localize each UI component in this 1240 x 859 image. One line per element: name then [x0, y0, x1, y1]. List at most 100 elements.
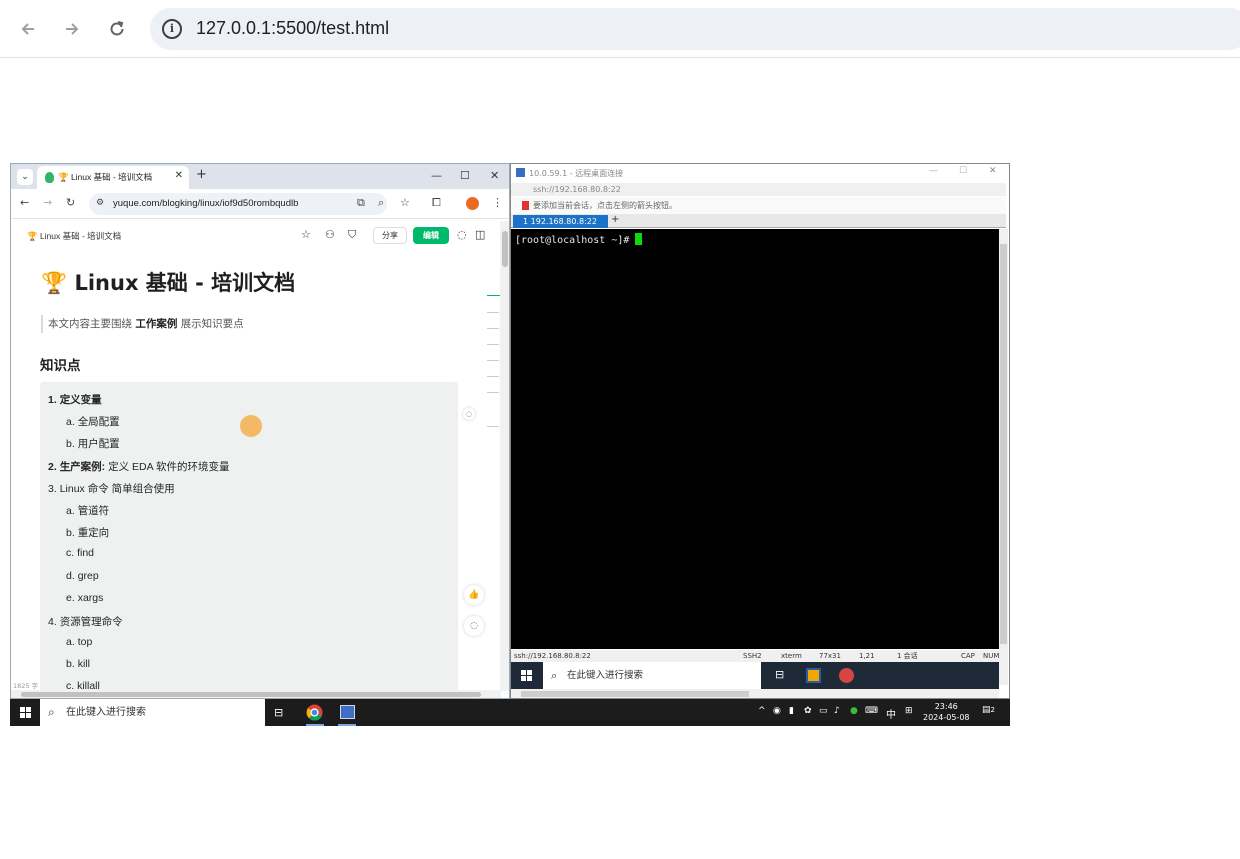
toc-marker[interactable] — [487, 426, 499, 427]
status-pos: 1,21 — [859, 652, 875, 660]
profile-avatar[interactable] — [466, 197, 479, 210]
keyboard-icon[interactable]: ⌨ — [865, 706, 878, 716]
app-tray-icon[interactable]: ✿ — [804, 706, 812, 716]
rdp-window-title: 10.0.59.1 - 远程桌面连接 — [529, 169, 624, 178]
edit-button[interactable]: 编辑 — [413, 227, 449, 244]
clock[interactable]: 23:46 2024-05-08 — [923, 701, 970, 723]
volume-icon[interactable]: ♪ — [834, 706, 840, 716]
minimize-icon[interactable]: — — [929, 166, 938, 176]
new-tab-button[interactable]: + — [196, 167, 207, 182]
notification-icon[interactable]: ▤2 — [982, 705, 995, 715]
reload-icon[interactable]: ↻ — [66, 196, 75, 209]
site-settings-icon[interactable]: ⚙ — [96, 198, 104, 208]
scroll-thumb[interactable] — [1000, 244, 1007, 644]
close-icon[interactable]: ✕ — [490, 169, 499, 182]
tab-close-icon[interactable]: ✕ — [175, 170, 183, 181]
menu-icon[interactable]: ⋮ — [492, 196, 503, 209]
list-num: d. — [66, 570, 75, 582]
address-bar[interactable]: i 127.0.0.1:5500/test.html — [150, 8, 1240, 50]
list-text: 定义变量 — [59, 394, 102, 406]
maximize-icon[interactable]: ☐ — [959, 166, 967, 176]
tab-title: 🏆 Linux 基础 - 培训文档 — [58, 172, 153, 182]
add-session-icon[interactable]: + — [611, 214, 619, 225]
list-item: 4. 资源管理命令 — [48, 614, 123, 629]
zoom-icon[interactable]: ⌕ — [378, 196, 384, 210]
remote-desktop-icon[interactable] — [340, 705, 355, 719]
scroll-thumb[interactable] — [21, 692, 481, 697]
security-icon[interactable]: ◉ — [773, 706, 781, 716]
chrome-icon[interactable] — [306, 704, 323, 721]
horizontal-scrollbar[interactable] — [511, 689, 999, 698]
star-icon[interactable]: ☆ — [301, 228, 311, 241]
task-view-icon[interactable]: ⊟ — [274, 706, 283, 719]
toc-marker[interactable] — [487, 312, 499, 313]
task-view-icon[interactable]: ⊟ — [775, 668, 790, 683]
site-info-icon[interactable]: i — [162, 19, 182, 39]
extensions-icon[interactable]: ⧠ — [432, 196, 441, 210]
xshell-icon[interactable] — [839, 668, 854, 683]
like-icon[interactable]: 👍 — [464, 585, 484, 605]
terminal[interactable]: [root@localhost ~]# — [511, 229, 999, 649]
status-num: NUM — [983, 652, 1000, 660]
toc-marker[interactable] — [487, 328, 499, 329]
list-text-rest: 定义 EDA 软件的环境变量 — [108, 461, 230, 473]
mouse-cursor-highlight — [240, 415, 262, 437]
reload-icon — [110, 21, 124, 36]
back-icon[interactable]: ← — [20, 196, 29, 209]
comment-icon[interactable]: ◌ — [464, 616, 484, 636]
layout-icon[interactable]: ◫ — [475, 228, 485, 241]
session-tab[interactable]: 1 192.168.80.8:22 — [513, 215, 608, 228]
list-num: 3. — [48, 483, 57, 495]
show-hidden-icons-icon[interactable]: ^ — [758, 706, 766, 716]
present-icon[interactable]: ⛉ — [348, 228, 356, 242]
share-button[interactable]: 分享 — [373, 227, 407, 244]
forward-button[interactable] — [58, 15, 86, 43]
toc-marker[interactable] — [487, 392, 499, 393]
remote-taskbar: ⌕ 在此键入进行搜索 ⊟ — [511, 662, 999, 689]
status-bar: ssh://192.168.80.8:22 SSH2 xterm 77x31 1… — [511, 650, 999, 662]
vertical-scrollbar[interactable] — [500, 221, 509, 691]
battery-icon[interactable]: ▭ — [819, 706, 828, 716]
close-icon[interactable]: ✕ — [989, 166, 997, 176]
reload-button[interactable] — [103, 15, 131, 43]
remote-app-icon[interactable] — [806, 668, 821, 683]
breadcrumb[interactable]: 🏆 Linux 基础 - 培训文档 — [27, 230, 121, 242]
bookmark-star-icon[interactable]: ☆ — [400, 196, 410, 209]
ime-mode-icon[interactable]: ⊞ — [905, 706, 913, 716]
comment-icon[interactable]: ◌ — [457, 228, 467, 241]
chrome-url[interactable]: yuque.com/blogking/linux/iof9d50rombqudl… — [113, 198, 298, 209]
back-button[interactable] — [14, 15, 42, 43]
remote-search-box[interactable]: ⌕ 在此键入进行搜索 — [543, 662, 761, 689]
toc-marker[interactable] — [487, 295, 501, 296]
comment-bubble-icon[interactable]: ◌ — [463, 408, 475, 420]
rdp-window: 10.0.59.1 - 远程桌面连接 — ☐ ✕ ssh://192.168.8… — [510, 163, 1010, 699]
terminal-cursor — [635, 233, 643, 245]
address-url[interactable]: 127.0.0.1:5500/test.html — [196, 18, 389, 39]
taskbar-search-box[interactable]: ⌕ 在此键入进行搜索 — [40, 699, 265, 726]
doc-title: 🏆 Linux 基础 - 培训文档 — [41, 271, 296, 295]
forward-icon[interactable]: → — [43, 196, 52, 209]
ssh-address-bar[interactable]: ssh://192.168.80.8:22 — [511, 183, 1006, 196]
terminal-scrollbar[interactable] — [999, 229, 1008, 685]
tab-yuque[interactable]: 🏆 Linux 基础 - 培训文档 ✕ — [37, 166, 189, 189]
toc-marker[interactable] — [487, 376, 499, 377]
install-app-icon[interactable]: ⧉ — [357, 196, 365, 210]
tab-search-button[interactable]: ⌄ — [17, 169, 33, 185]
add-collaborator-icon[interactable]: ⚇ — [325, 228, 335, 241]
wechat-icon[interactable]: ● — [850, 706, 858, 716]
scroll-thumb[interactable] — [502, 231, 508, 267]
chrome-address-bar[interactable]: ⚙ yuque.com/blogking/linux/iof9d50rombqu… — [89, 193, 387, 215]
list-text: kill — [77, 658, 90, 670]
horizontal-scrollbar[interactable] — [11, 690, 501, 698]
microphone-icon[interactable]: ▮ — [789, 706, 794, 716]
windows-start-icon[interactable] — [521, 670, 532, 681]
toc-marker[interactable] — [487, 344, 499, 345]
ime-indicator[interactable]: 中 — [886, 706, 896, 721]
scroll-thumb[interactable] — [521, 691, 749, 697]
maximize-icon[interactable]: ☐ — [460, 169, 470, 182]
windows-start-icon[interactable] — [20, 707, 31, 718]
toc-marker[interactable] — [487, 360, 499, 361]
session-tabs: 1 192.168.80.8:22 + — [511, 214, 1006, 228]
minimize-icon[interactable]: — — [431, 169, 442, 182]
list-text: Linux 命令 简单组合使用 — [59, 483, 175, 495]
